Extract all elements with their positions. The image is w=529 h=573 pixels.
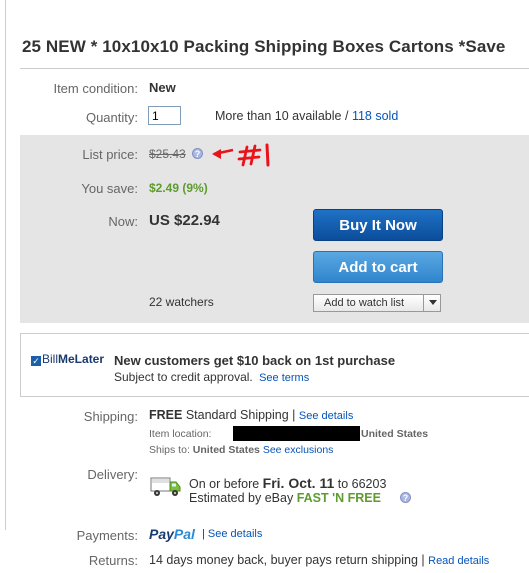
returns-separator: | [421,553,425,567]
payments-see-details-link[interactable]: See details [208,528,262,540]
bml-subtext: Subject to credit approval. See terms [114,370,309,384]
delivery-date: Fri. Oct. 11 [262,475,335,491]
payments-separator: | [202,528,205,540]
sold-link[interactable]: 118 sold [352,109,398,123]
shipping-value: FREE Standard Shipping | See details [149,408,353,422]
delivery-estimate-line: Estimated by eBay FAST 'N FREE [189,491,381,505]
payments-label: Payments: [76,528,138,543]
bml-headline: New customers get $10 back on 1st purcha… [114,353,396,368]
annotation-arrow-icon: #1 [208,140,270,167]
bill-me-later-logo: ✓ BillMeLater [31,352,104,366]
checkmark-icon: ✓ [31,356,41,366]
now-label: Now: [108,214,138,229]
fast-n-free: FAST 'N FREE [296,491,381,505]
list-price-value: $25.43 [149,147,186,161]
returns-text: 14 days money back, buyer pays return sh… [149,553,418,567]
returns-value: 14 days money back, buyer pays return sh… [149,553,489,567]
add-to-cart-button[interactable]: Add to cart [313,251,443,283]
delivery-date-line: On or before Fri. Oct. 11 to 66203 [189,475,386,491]
payments-details: | See details [202,528,262,540]
watch-divider [423,295,424,311]
you-save-label: You save: [81,181,138,196]
help-icon[interactable]: ? [192,148,203,159]
item-location-country: United States [361,428,429,440]
see-terms-link[interactable]: See terms [259,372,309,384]
now-price: US $22.94 [149,212,220,229]
annotation-text: #1 [208,140,210,141]
help-icon[interactable]: ? [400,492,411,503]
shipping-method: Standard Shipping | [185,408,296,422]
ships-to: Ships to: United States See exclusions [149,444,333,456]
truck-icon [150,477,181,496]
see-exclusions-link[interactable]: See exclusions [263,444,334,456]
shipping-label: Shipping: [83,409,138,424]
add-to-watch-list-button[interactable]: Add to watch list [313,294,441,312]
bml-logo-prefix: Bill [42,352,59,366]
delivery-label: Delivery: [87,467,138,482]
quantity-input[interactable] [148,106,181,125]
condition-label: Item condition: [53,81,138,96]
delivery-prefix: On or before [189,477,260,491]
ships-to-value: United States [192,444,260,456]
you-save-value: $2.49 (9%) [149,181,208,195]
availability: More than 10 available / 118 sold [215,109,398,123]
delivery-zip: to 66203 [337,477,387,491]
title-divider [20,68,529,69]
delivery-estimated: Estimated by eBay [189,491,294,505]
left-border [5,0,6,530]
watchers-count: 22 watchers [149,295,214,309]
availability-separator: / [344,109,349,123]
paypal-logo: PayPal [149,526,195,542]
dropdown-arrow-icon[interactable] [429,300,437,305]
bml-logo-suffix: MeLater [58,352,105,366]
redacted-location [233,426,360,441]
list-price-label: List price: [82,147,138,162]
condition-value: New [149,80,176,95]
buy-it-now-button[interactable]: Buy It Now [313,209,443,241]
quantity-label: Quantity: [85,110,138,125]
available-text: More than 10 available [215,109,342,123]
shipping-free: FREE [149,408,183,422]
shipping-see-details-link[interactable]: See details [299,410,353,422]
paypal-logo-pay: Pay [149,526,174,542]
read-details-link[interactable]: Read details [428,555,489,567]
bml-sub-text: Subject to credit approval. [114,370,253,384]
paypal-logo-pal: Pal [173,526,195,542]
watch-list-label: Add to watch list [324,297,405,309]
item-location-label: Item location: [149,428,212,440]
returns-label: Returns: [88,553,138,568]
ships-to-label: Ships to: [149,444,190,456]
item-title: 25 NEW * 10x10x10 Packing Shipping Boxes… [22,37,506,56]
